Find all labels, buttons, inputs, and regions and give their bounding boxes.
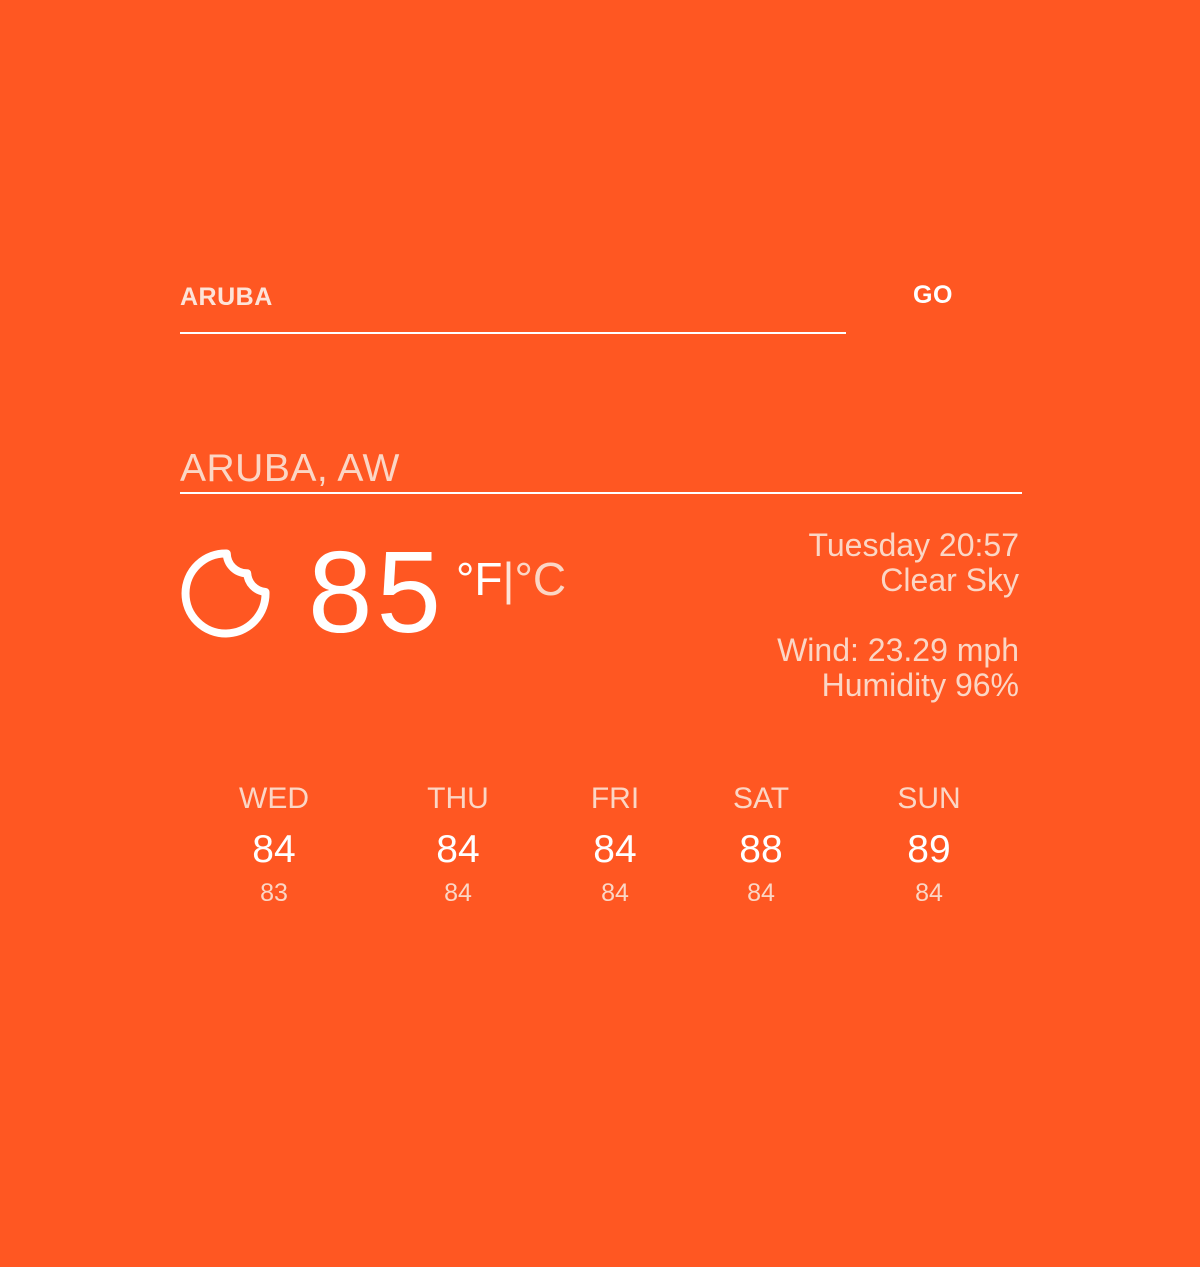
current-temperature: 85 xyxy=(308,527,446,657)
forecast-day: FRI 84 84 xyxy=(545,780,685,908)
forecast-high: 84 xyxy=(252,828,296,871)
unit-separator: | xyxy=(502,553,515,605)
weather-details: Tuesday 20:57 Clear Sky Wind: 23.29 mph … xyxy=(619,528,1019,703)
forecast-day: SUN 89 84 xyxy=(859,780,999,908)
location-title: ARUBA, AW xyxy=(180,446,1022,494)
forecast-day-label: WED xyxy=(239,782,309,815)
moon-icon xyxy=(181,549,270,638)
datetime: Tuesday 20:57 xyxy=(808,527,1019,563)
forecast-low: 84 xyxy=(747,879,775,907)
forecast-low: 83 xyxy=(260,879,288,907)
forecast-day-label: SUN xyxy=(897,782,961,815)
forecast-day-label: SAT xyxy=(732,782,790,815)
forecast-high: 88 xyxy=(739,828,783,871)
forecast-day-label: FRI xyxy=(590,782,640,815)
forecast-low: 84 xyxy=(444,879,472,907)
forecast-low: 84 xyxy=(915,879,943,907)
celsius-toggle[interactable]: °C xyxy=(514,553,566,605)
unit-toggle: °F|°C xyxy=(456,552,566,606)
wind: Wind: 23.29 mph xyxy=(777,632,1019,668)
search-input[interactable] xyxy=(180,277,846,317)
forecast-day: SAT 88 84 xyxy=(691,780,831,908)
humidity: Humidity 96% xyxy=(821,667,1019,703)
forecast-day: WED 84 83 xyxy=(204,780,344,908)
forecast-high: 89 xyxy=(907,828,951,871)
fahrenheit-toggle[interactable]: °F xyxy=(456,553,503,605)
search-field[interactable] xyxy=(180,272,846,334)
forecast-low: 84 xyxy=(601,879,629,907)
forecast-high: 84 xyxy=(436,828,480,871)
condition: Clear Sky xyxy=(880,562,1019,598)
forecast-high: 84 xyxy=(593,828,637,871)
weather-app: GO ARUBA, AW 85 °F|°C Tuesday 20:57 Clea… xyxy=(0,0,1200,1267)
go-button[interactable]: GO xyxy=(896,274,970,316)
forecast-day-label: THU xyxy=(427,782,489,815)
forecast-day: THU 84 84 xyxy=(388,780,528,908)
details-spacer xyxy=(619,598,1019,633)
